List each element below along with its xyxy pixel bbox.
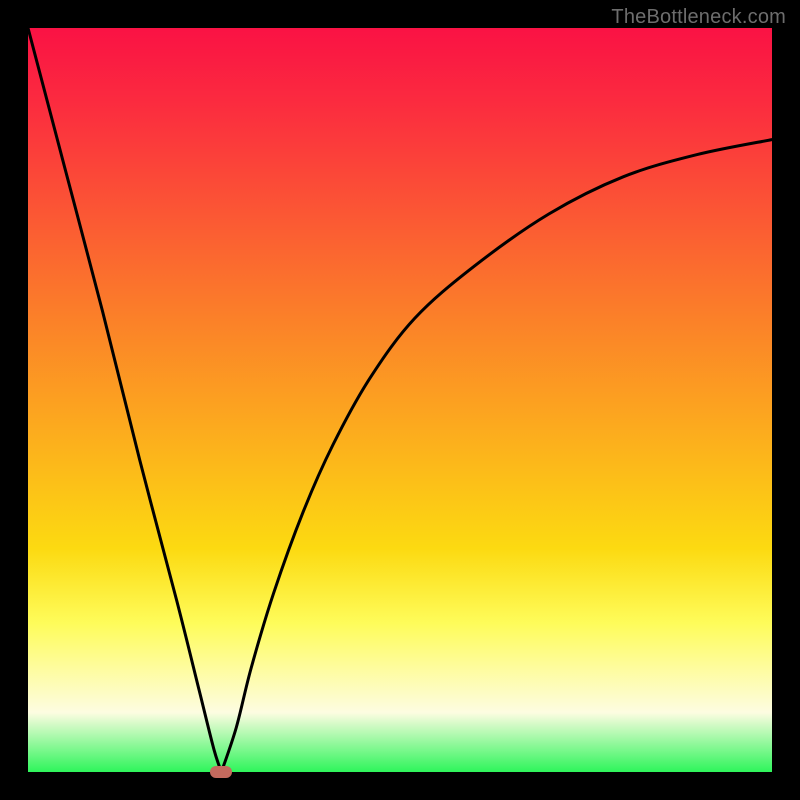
optimum-marker: [210, 766, 232, 778]
chart-frame: TheBottleneck.com: [0, 0, 800, 800]
curve-right-branch: [221, 140, 772, 772]
bottleneck-curve: [28, 28, 772, 772]
watermark-text: TheBottleneck.com: [611, 6, 786, 29]
plot-area: [28, 28, 772, 772]
curve-left-branch: [28, 28, 221, 772]
